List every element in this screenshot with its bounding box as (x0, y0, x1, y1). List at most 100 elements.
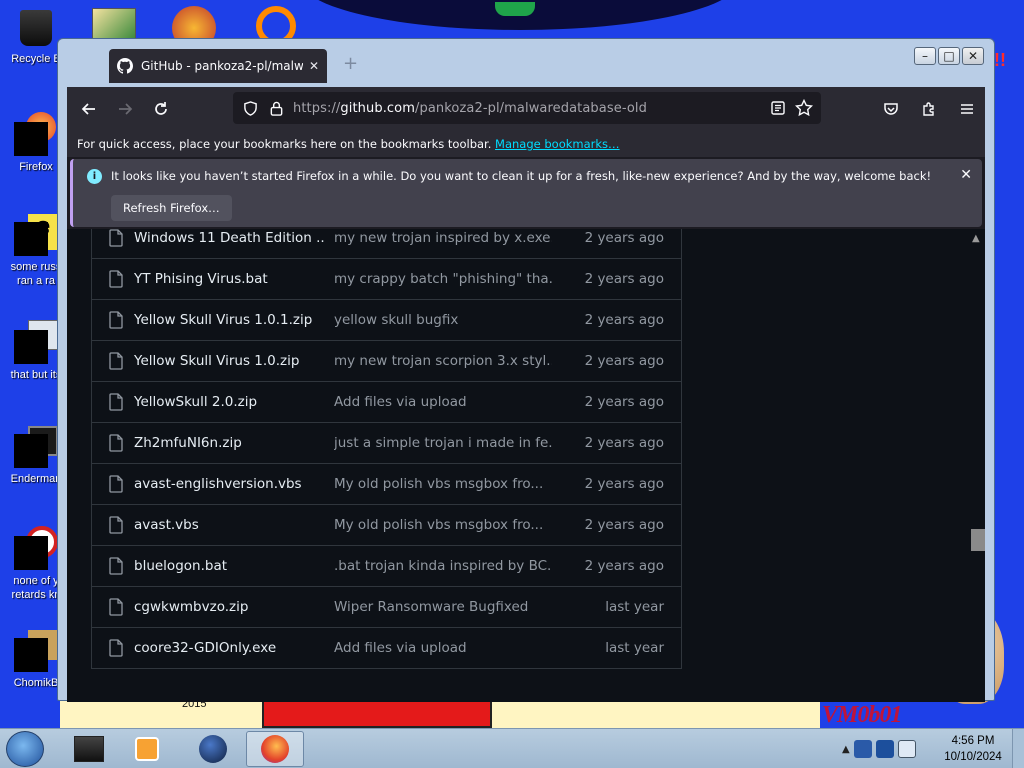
navigation-toolbar: https://github.com/pankoza2-pl/malwareda… (67, 87, 985, 131)
file-row[interactable]: bluelogon.bat .bat trojan kinda inspired … (92, 545, 681, 586)
tray-app-icon[interactable] (853, 740, 872, 758)
window-controls: – □ ✕ (914, 47, 984, 65)
info-icon: i (87, 169, 102, 184)
puzzle-icon (923, 102, 934, 116)
network-icon[interactable] (875, 740, 894, 758)
bookmarks-hint: For quick access, place your bookmarks h… (77, 137, 492, 151)
browser-chrome: https://github.com/pankoza2-pl/malwareda… (67, 87, 985, 702)
taskbar-app-terminal[interactable] (60, 731, 118, 767)
file-row[interactable]: cgwkwmbvzo.zip Wiper Ransomware Bugfixed l… (92, 586, 681, 627)
commit-message-link[interactable]: .bat trojan kinda inspired by BC... (334, 558, 552, 574)
taskbar: ▲ 4:56 PM 10/10/2024 (0, 728, 1024, 768)
new-tab-button[interactable]: + (343, 53, 358, 74)
tab-github[interactable]: GitHub - pankoza2-pl/malwaredatabase-old… (109, 49, 327, 83)
globe-icon (199, 735, 227, 763)
file-row[interactable]: Yellow Skull Virus 1.0.zip my new trojan … (92, 340, 681, 381)
commit-age: 2 years ago (584, 476, 664, 492)
browser-window: – □ ✕ GitHub - pankoza2-pl/malwaredataba… (57, 38, 995, 702)
url-bar[interactable]: https://github.com/pankoza2-pl/malwareda… (233, 92, 821, 124)
pocket-icon (884, 103, 898, 115)
show-desktop-button[interactable] (1012, 729, 1024, 768)
scroll-up-icon[interactable]: ▲ (972, 233, 980, 244)
file-row[interactable]: coore32-GDIOnly.exe Add files via upload l… (92, 627, 681, 668)
commit-age: 2 years ago (584, 394, 664, 410)
file-icon (109, 639, 123, 657)
lock-icon[interactable] (270, 101, 283, 116)
commit-age: 2 years ago (584, 517, 664, 533)
notification-message: It looks like you haven’t started Firefo… (111, 169, 932, 183)
refresh-firefox-button[interactable]: Refresh Firefox… (111, 195, 232, 221)
wallpaper-shape (300, 0, 740, 30)
file-icon (109, 229, 123, 247)
pocket-button[interactable] (873, 93, 909, 125)
file-name-link[interactable]: bluelogon.bat (134, 558, 324, 574)
commit-age: last year (605, 640, 664, 656)
file-row[interactable]: YellowSkull 2.0.zip Add files via upload 2… (92, 381, 681, 422)
start-button[interactable] (6, 731, 44, 767)
shield-icon[interactable] (243, 100, 258, 116)
refresh-notification-bar: i It looks like you haven’t started Fire… (70, 159, 982, 227)
firefox-icon (261, 735, 289, 763)
taskbar-app-globe[interactable] (184, 731, 242, 767)
forward-arrow-icon (119, 103, 133, 115)
file-list-table: Windows 11 Death Edition ... my new troja… (91, 229, 682, 669)
bookmark-star-icon[interactable] (795, 99, 813, 117)
commit-message-link[interactable]: Add files via upload (334, 394, 552, 410)
file-name-link[interactable]: avast.vbs (134, 517, 324, 533)
file-row[interactable]: Windows 11 Death Edition ... my new troja… (92, 229, 681, 258)
commit-message-link[interactable]: just a simple trojan i made in fe... (334, 435, 552, 451)
commit-message-link[interactable]: my new trojan inspired by x.exe... (334, 230, 552, 246)
toolbar-right (873, 93, 985, 125)
commit-message-link[interactable]: Add files via upload (334, 640, 552, 656)
file-name-link[interactable]: Zh2mfuNI6n.zip (134, 435, 324, 451)
forward-button[interactable] (107, 93, 143, 125)
reader-view-icon[interactable] (771, 101, 785, 115)
file-icon (109, 352, 123, 370)
file-name-link[interactable]: avast-englishversion.vbs (134, 476, 324, 492)
commit-message-link[interactable]: My old polish vbs msgbox fro... (334, 476, 552, 492)
back-button[interactable] (71, 93, 107, 125)
minimize-button[interactable]: – (914, 47, 936, 65)
manage-bookmarks-link[interactable]: Manage bookmarks… (495, 137, 620, 151)
reload-button[interactable] (143, 93, 179, 125)
file-row[interactable]: Zh2mfuNI6n.zip just a simple trojan i mad… (92, 422, 681, 463)
file-name-link[interactable]: Yellow Skull Virus 1.0.zip (134, 353, 324, 369)
close-notification-icon[interactable]: ✕ (960, 167, 972, 183)
commit-message-link[interactable]: Wiper Ransomware Bugfixed (334, 599, 552, 615)
extensions-button[interactable] (911, 93, 947, 125)
taskbar-app-firefox[interactable] (246, 731, 304, 767)
file-row[interactable]: YT Phising Virus.bat my crappy batch "phi… (92, 258, 681, 299)
file-name-link[interactable]: coore32-GDIOnly.exe (134, 640, 324, 656)
file-icon (109, 516, 123, 534)
close-window-button[interactable]: ✕ (962, 47, 984, 65)
commit-message-link[interactable]: yellow skull bugfix (334, 312, 552, 328)
commit-age: 2 years ago (584, 353, 664, 369)
tab-title: GitHub - pankoza2-pl/malwaredatabase-old (141, 59, 303, 73)
media-player-icon (135, 737, 159, 761)
file-row[interactable]: avast-englishversion.vbs My old polish vb… (92, 463, 681, 504)
volume-icon[interactable] (897, 740, 916, 758)
file-name-link[interactable]: Yellow Skull Virus 1.0.1.zip (134, 312, 324, 328)
commit-message-link[interactable]: My old polish vbs msgbox fro... (334, 517, 552, 533)
commit-message-link[interactable]: my crappy batch "phishing" tha... (334, 271, 552, 287)
page-scrollbar[interactable]: ▲ (969, 229, 985, 702)
scrollbar-thumb[interactable] (971, 529, 985, 551)
commit-message-link[interactable]: my new trojan scorpion 3.x styl... (334, 353, 552, 369)
file-name-link[interactable]: YellowSkull 2.0.zip (134, 394, 324, 410)
file-row[interactable]: avast.vbs My old polish vbs msgbox fro...… (92, 504, 681, 545)
commit-age: 2 years ago (584, 230, 664, 246)
file-name-link[interactable]: YT Phising Virus.bat (134, 271, 324, 287)
show-hidden-icons-chevron-icon[interactable]: ▲ (842, 744, 850, 755)
file-name-link[interactable]: cgwkwmbvzo.zip (134, 599, 324, 615)
menu-button[interactable] (949, 93, 985, 125)
file-icon (109, 311, 123, 329)
taskbar-app-media-player[interactable] (118, 731, 176, 767)
taskbar-clock[interactable]: 4:56 PM 10/10/2024 (940, 733, 1006, 765)
file-name-link[interactable]: Windows 11 Death Edition ... (134, 230, 324, 246)
close-tab-icon[interactable]: ✕ (309, 59, 319, 73)
desktop-icon-top-1[interactable] (92, 8, 136, 40)
github-icon (117, 58, 133, 74)
maximize-button[interactable]: □ (938, 47, 960, 65)
file-row[interactable]: Yellow Skull Virus 1.0.1.zip yellow skull… (92, 299, 681, 340)
clock-date: 10/10/2024 (944, 751, 1002, 763)
